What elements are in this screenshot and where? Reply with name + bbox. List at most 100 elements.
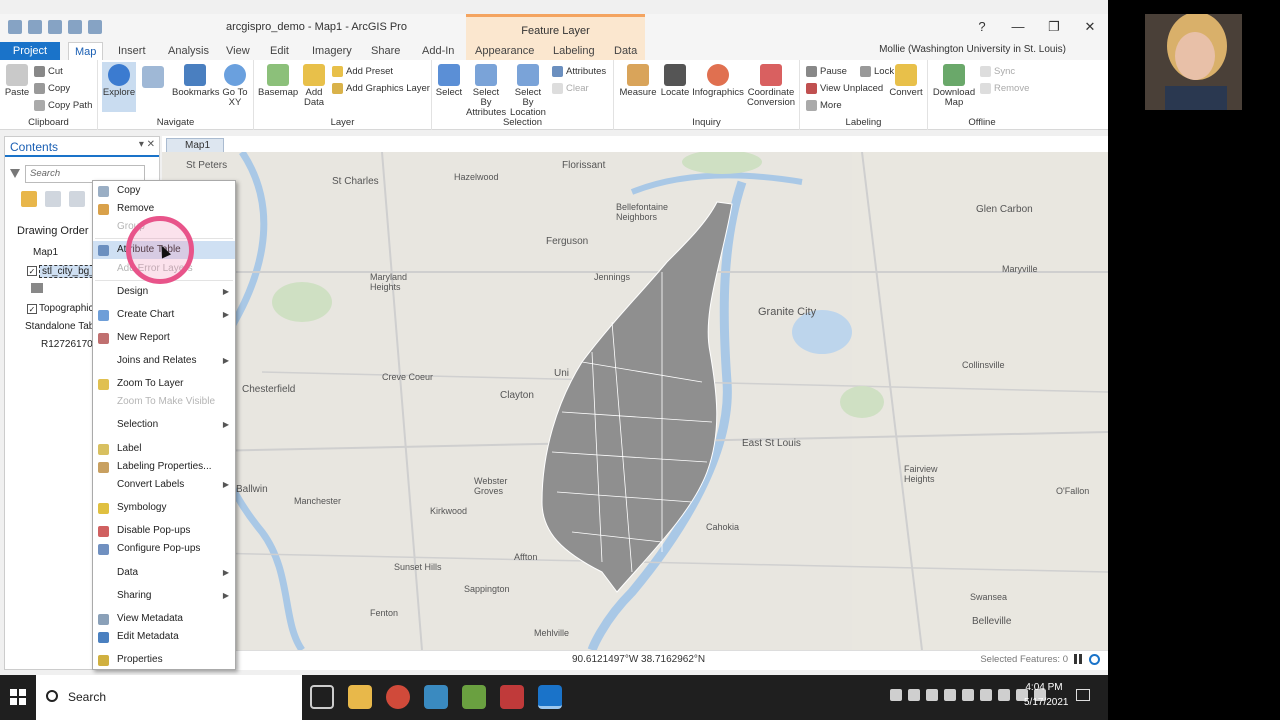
user-account[interactable]: Mollie (Washington University in St. Lou… [879, 44, 1066, 55]
arcgis-map-icon[interactable] [462, 685, 486, 709]
paste-button[interactable]: Paste [4, 64, 30, 98]
view-unplaced-button[interactable]: View Unplaced [806, 83, 883, 94]
menu-view-metadata[interactable]: View Metadata [93, 610, 235, 628]
sync-button[interactable]: Sync [980, 66, 1015, 77]
filter-icon[interactable] [10, 169, 20, 179]
map-tab[interactable]: Map1 [166, 138, 224, 153]
layer-topographic[interactable]: Topographic [39, 303, 93, 314]
add-preset-button[interactable]: Add Preset [332, 66, 393, 77]
help-button[interactable]: ? [964, 14, 1000, 40]
undo-icon[interactable] [68, 20, 82, 34]
drawing-order-icon[interactable] [21, 191, 37, 207]
menu-sharing[interactable]: Sharing ▶ [93, 587, 235, 605]
layer-visibility-checkbox[interactable]: ✓ [27, 266, 37, 276]
pause-labeling-button[interactable]: Pause [806, 66, 847, 77]
tray-app-icon[interactable] [908, 689, 920, 701]
redo-icon[interactable] [88, 20, 102, 34]
tab-analysis[interactable]: Analysis [162, 42, 215, 60]
tab-edit[interactable]: Edit [264, 42, 295, 60]
tab-appearance[interactable]: Appearance [469, 42, 540, 60]
clear-selection-button[interactable]: Clear [552, 83, 589, 94]
basemap-button[interactable]: Basemap [258, 64, 298, 98]
map-node[interactable]: Map1 [33, 247, 58, 258]
windows-start-icon[interactable] [10, 689, 26, 705]
topographic-visibility-checkbox[interactable]: ✓ [27, 304, 37, 314]
menu-configure-popups[interactable]: Configure Pop-ups [93, 540, 235, 558]
menu-zoom-to-layer[interactable]: Zoom To Layer [93, 375, 235, 393]
save-icon[interactable] [48, 20, 62, 34]
remove-offline-button[interactable]: Remove [980, 83, 1029, 94]
file-explorer-icon[interactable] [348, 685, 372, 709]
menu-symbology[interactable]: Symbology [93, 499, 235, 517]
open-project-icon[interactable] [28, 20, 42, 34]
infographics-button[interactable]: Infographics [692, 64, 744, 98]
refresh-icon[interactable] [1089, 654, 1100, 665]
menu-joins-relates[interactable]: Joins and Relates ▶ [93, 352, 235, 370]
layer-symbol-swatch[interactable] [31, 283, 43, 293]
select-by-location-button[interactable]: Select By Location [508, 64, 548, 118]
tab-insert[interactable]: Insert [112, 42, 152, 60]
download-map-button[interactable]: Download Map [932, 64, 976, 108]
tab-add-in[interactable]: Add-In [416, 42, 460, 60]
arcgis-catalog-icon[interactable] [424, 685, 448, 709]
menu-edit-metadata[interactable]: Edit Metadata [93, 628, 235, 646]
convert-button[interactable]: Convert [888, 64, 924, 98]
menu-label-toggle[interactable]: Label [93, 440, 235, 458]
copy-button[interactable]: Copy [34, 83, 70, 94]
add-graphics-layer-button[interactable]: Add Graphics Layer [332, 83, 430, 94]
coordinate-readout[interactable]: 90.6121497°W 38.7162962°N [572, 654, 705, 665]
menu-zoom-to-make-visible[interactable]: Zoom To Make Visible [93, 393, 235, 411]
volume-icon[interactable] [980, 689, 992, 701]
tab-imagery[interactable]: Imagery [306, 42, 358, 60]
menu-labeling-properties[interactable]: Labeling Properties... [93, 458, 235, 476]
menu-design[interactable]: Design ▶ [93, 283, 235, 301]
select-button[interactable]: Select [434, 64, 464, 98]
tab-share[interactable]: Share [365, 42, 406, 60]
network-icon[interactable] [962, 689, 974, 701]
attributes-button[interactable]: Attributes [552, 66, 606, 77]
locate-button[interactable]: Locate [660, 64, 690, 98]
pause-drawing-icon[interactable] [1074, 654, 1082, 664]
taskbar-search-box[interactable]: Search [36, 675, 302, 720]
menu-properties[interactable]: Properties [93, 651, 235, 669]
menu-disable-popups[interactable]: Disable Pop-ups [93, 522, 235, 540]
tab-labeling[interactable]: Labeling [547, 42, 601, 60]
menu-copy[interactable]: Copy [93, 182, 235, 200]
menu-convert-labels[interactable]: Convert Labels ▶ [93, 476, 235, 494]
notifications-icon[interactable] [1076, 689, 1090, 701]
system-clock[interactable]: 4:04 PM 5/17/2021 [1024, 680, 1069, 710]
task-view-icon[interactable] [310, 685, 334, 709]
arcgis-pro-icon[interactable] [538, 685, 562, 709]
coordinate-conversion-button[interactable]: Coordinate Conversion [746, 64, 796, 108]
tray-app-icon[interactable] [890, 689, 902, 701]
tab-map[interactable]: Map [68, 42, 104, 60]
zoom-tools[interactable] [138, 66, 168, 90]
tab-data[interactable]: Data [608, 42, 643, 60]
tab-view[interactable]: View [220, 42, 256, 60]
add-data-button[interactable]: Add Data [300, 64, 328, 108]
tray-app-icon[interactable] [926, 689, 938, 701]
menu-selection[interactable]: Selection ▶ [93, 416, 235, 434]
bookmarks-button[interactable]: Bookmarks [172, 64, 220, 98]
map-canvas[interactable]: St Peters St Charles Florissant Hazelwoo… [162, 152, 1108, 650]
new-project-icon[interactable] [8, 20, 22, 34]
cut-button[interactable]: Cut [34, 66, 63, 77]
minimize-button[interactable]: — [1000, 14, 1036, 40]
measure-button[interactable]: Measure [618, 64, 658, 98]
close-pane-icon[interactable]: ▾ ✕ [139, 139, 155, 150]
restore-button[interactable]: ❐ [1036, 14, 1072, 40]
more-labeling-button[interactable]: More [806, 100, 842, 111]
tray-app-icon[interactable] [944, 689, 956, 701]
copy-path-button[interactable]: Copy Path [34, 100, 92, 111]
close-button[interactable]: ✕ [1072, 14, 1108, 40]
menu-create-chart[interactable]: Create Chart ▶ [93, 306, 235, 324]
explore-button[interactable]: Explore [102, 62, 136, 112]
go-to-xy-button[interactable]: Go To XY [220, 64, 250, 108]
selection-view-icon[interactable] [69, 191, 85, 207]
keyboard-icon[interactable] [998, 689, 1010, 701]
data-source-icon[interactable] [45, 191, 61, 207]
acrobat-icon[interactable] [500, 685, 524, 709]
menu-new-report[interactable]: New Report [93, 329, 235, 347]
select-by-attributes-button[interactable]: Select By Attributes [466, 64, 506, 118]
chrome-icon[interactable] [386, 685, 410, 709]
